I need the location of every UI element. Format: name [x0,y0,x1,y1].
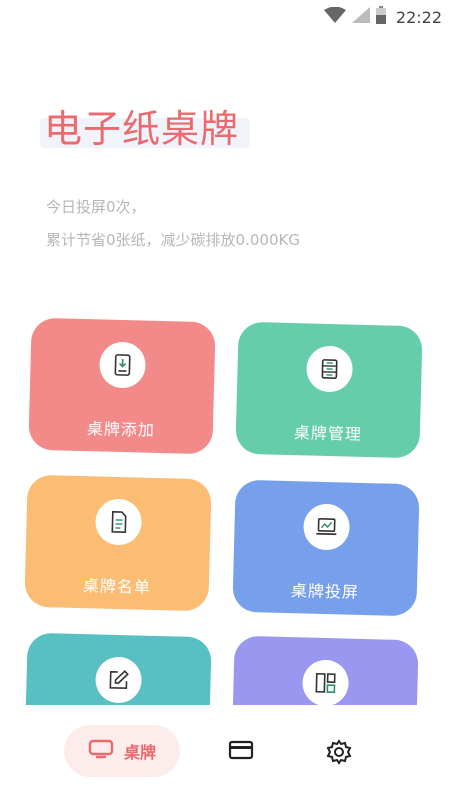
server-icon [305,345,354,393]
layout-icon [301,659,350,707]
card-icon [228,740,254,765]
stats-today: 今日投屏0次， [46,198,146,216]
bottom-nav: 桌牌 [0,705,450,800]
gear-icon [326,739,352,769]
edit-icon [94,656,143,704]
laptop-chart-icon [302,503,351,551]
manage-desk-card[interactable]: 桌牌管理 [235,321,423,459]
cell-signal-icon [351,7,370,27]
add-desk-label: 桌牌添加 [86,419,156,440]
monitor-icon [88,739,114,763]
tab-desk[interactable]: 桌牌 [64,725,180,777]
tablet-download-icon [98,341,147,389]
clock: 22:22 [395,7,442,27]
add-desk-card[interactable]: 桌牌添加 [28,317,216,455]
desk-cast-label: 桌牌投屏 [290,581,360,602]
page-title: 电子纸桌牌 [44,107,240,151]
manage-desk-label: 桌牌管理 [293,423,363,444]
tab-desk-label: 桌牌 [123,743,156,762]
tab-settings[interactable] [326,739,352,769]
desk-list-card[interactable]: 桌牌名单 [24,474,212,612]
status-bar: 22:22 [0,0,450,34]
title-block: 电子纸桌牌 [36,98,252,151]
desk-list-label: 桌牌名单 [82,576,152,597]
tab-card[interactable] [228,739,254,765]
document-icon [94,498,143,546]
battery-icon [375,6,386,28]
wifi-icon [323,6,346,27]
desk-cast-card[interactable]: 桌牌投屏 [232,479,420,617]
stats-total: 累计节省0张纸，减少碳排放0.000KG [46,231,300,249]
